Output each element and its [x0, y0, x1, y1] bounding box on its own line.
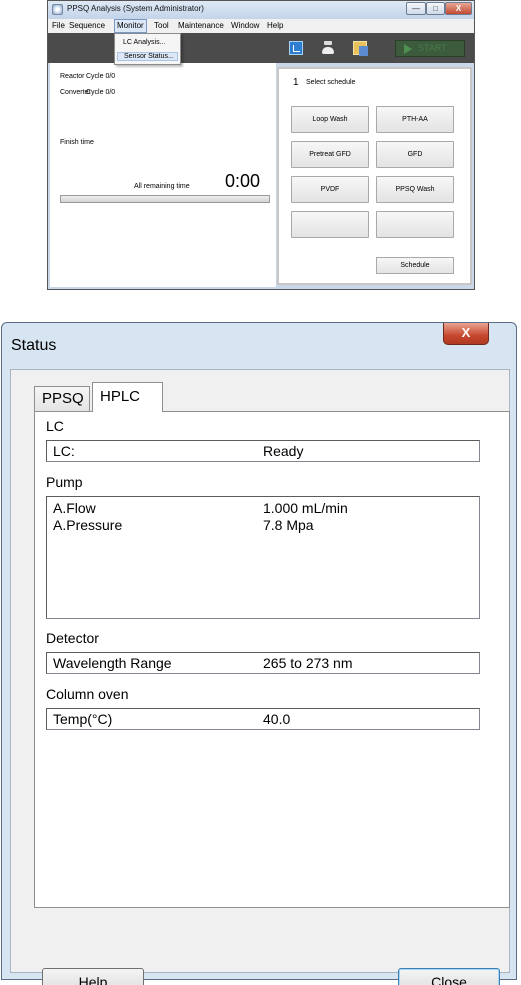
pump-flow-key: A.Flow [53, 500, 96, 516]
monitor-dropdown-menu: LC Analysis... Sensor Status... [114, 33, 181, 65]
ppsq-analysis-window: PPSQ Analysis (System Administrator) — □… [47, 0, 475, 290]
app-title-bar: PPSQ Analysis (System Administrator) — □… [48, 1, 474, 19]
schedule-number: 1 [293, 77, 299, 88]
empty-schedule-button[interactable] [376, 211, 454, 238]
progress-bar [60, 195, 270, 203]
schedule-panel: 1 Select schedule Loop Wash PTH-AA Pretr… [277, 67, 472, 285]
dialog-close-icon[interactable]: X [443, 323, 489, 345]
dialog-title: Status [11, 337, 57, 354]
menu-window[interactable]: Window [231, 21, 259, 30]
menu-maintenance[interactable]: Maintenance [178, 21, 224, 30]
pretreat-gfd-button[interactable]: Pretreat GFD [291, 141, 369, 168]
start-button[interactable]: START [395, 40, 465, 57]
lc-status-box: LC: Ready [46, 440, 480, 462]
app-title: PPSQ Analysis (System Administrator) [67, 4, 204, 13]
tab-ppsq[interactable]: PPSQ [34, 386, 90, 412]
temp-key: Temp(°C) [53, 711, 113, 727]
menu-sequence[interactable]: Sequence [69, 21, 105, 30]
gfd-button[interactable]: GFD [376, 141, 454, 168]
detector-group-title: Detector [46, 630, 99, 646]
app-icon [52, 4, 63, 15]
status-panel: Reactor Cycle 0/0 Converter Cycle 0/0 Fi… [50, 63, 276, 287]
loop-wash-button[interactable]: Loop Wash [291, 106, 369, 133]
pvdf-button[interactable]: PVDF [291, 176, 369, 203]
finish-time-label: Finish time [60, 139, 94, 146]
pump-flow-value: 1.000 mL/min [263, 500, 348, 516]
menu-bar: File Sequence Monitor Tool Maintenance W… [48, 19, 474, 33]
lc-key: LC: [53, 443, 75, 459]
empty-schedule-button[interactable] [291, 211, 369, 238]
hplc-tab-panel: LC LC: Ready Pump A.Flow 1.000 mL/min A.… [34, 411, 510, 908]
menu-item-sensor-status[interactable]: Sensor Status... [117, 52, 178, 61]
reactor-label: Reactor [60, 73, 85, 80]
close-button[interactable]: Close [398, 968, 500, 985]
select-schedule-label: Select schedule [306, 79, 356, 86]
status-dialog: Status X PPSQ HPLC LC LC: Ready Pump A.F… [1, 322, 517, 985]
chart-icon[interactable] [289, 41, 303, 55]
toolbar: START [48, 33, 474, 63]
menu-file[interactable]: File [52, 21, 65, 30]
menu-monitor[interactable]: Monitor [114, 19, 147, 33]
document-icon[interactable] [353, 41, 368, 56]
remaining-time-label: All remaining time [134, 183, 190, 190]
help-button[interactable]: Help [42, 968, 144, 985]
converter-value: Cycle 0/0 [86, 89, 116, 96]
wavelength-value: 265 to 273 nm [263, 655, 353, 671]
pump-group-title: Pump [46, 474, 83, 490]
lc-group-title: LC [46, 418, 64, 434]
wavelength-key: Wavelength Range [53, 655, 172, 671]
menu-tool[interactable]: Tool [154, 21, 169, 30]
column-oven-status-box: Temp(°C) 40.0 [46, 708, 480, 730]
pump-pressure-key: A.Pressure [53, 517, 123, 533]
detector-status-box: Wavelength Range 265 to 273 nm [46, 652, 480, 674]
maximize-button[interactable]: □ [426, 2, 445, 15]
temp-value: 40.0 [263, 711, 291, 727]
ppsq-wash-button[interactable]: PPSQ Wash [376, 176, 454, 203]
reactor-value: Cycle 0/0 [86, 73, 116, 80]
column-oven-group-title: Column oven [46, 686, 129, 702]
schedule-button[interactable]: Schedule [376, 257, 454, 274]
remaining-time-value: 0:00 [225, 171, 261, 191]
minimize-button[interactable]: — [406, 2, 426, 15]
tab-hplc[interactable]: HPLC [92, 382, 163, 412]
dialog-body: PPSQ HPLC LC LC: Ready Pump A.Flow 1.000… [10, 369, 510, 985]
pump-pressure-value: 7.8 Mpa [263, 517, 314, 533]
lc-value: Ready [263, 443, 304, 459]
menu-help[interactable]: Help [267, 21, 283, 30]
vial-icon[interactable] [321, 41, 335, 55]
window-close-button[interactable]: X [445, 2, 472, 15]
pump-status-box: A.Flow 1.000 mL/min A.Pressure 7.8 Mpa [46, 496, 480, 619]
pth-aa-button[interactable]: PTH-AA [376, 106, 454, 133]
menu-item-lc-analysis[interactable]: LC Analysis... [123, 39, 165, 46]
